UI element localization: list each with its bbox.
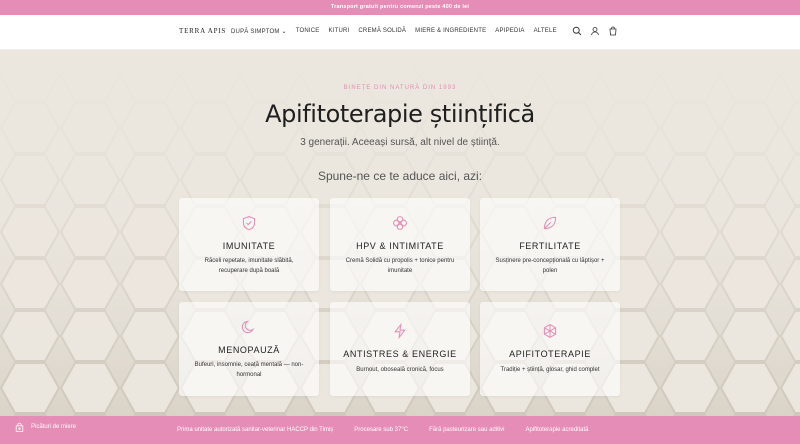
cart-icon[interactable] [608,26,618,36]
card-title: FERTILITATE [519,241,581,251]
nav-dupa-simptom[interactable]: DUPĂ SIMPTOM ⌄ [231,28,287,35]
gift-bag-icon [15,422,24,432]
nav-tonice[interactable]: TONICE [296,28,320,35]
card-description: Tradiție + știință, glosar, ghid complet [500,367,600,373]
card-title: IMUNITATE [222,241,276,251]
trust-item: Procesare sub 37°C [354,427,409,433]
card-title: MENOPAUZĂ [218,345,280,355]
moon-icon [241,320,255,334]
card-imunitate[interactable]: IMUNITATE Răceli repetate, imunitate slă… [179,198,319,291]
header-icons [572,26,618,36]
site-header: TERRA APIS DUPĂ SIMPTOM ⌄ TONICE KITURI … [0,15,800,50]
trust-item: Apifitoterapie acreditată [525,427,589,433]
hero-subtitle: 3 generații. Aceeași sursă, alt nivel de… [300,137,500,148]
card-hpv-intimitate[interactable]: HPV & INTIMITATE Cremă Solidă cu propoli… [330,198,470,291]
trust-items: Prima unitate autorizată sanitar-veterin… [177,427,588,433]
trust-bar: Prima unitate autorizată sanitar-veterin… [0,416,800,444]
chevron-down-icon: ⌄ [281,29,287,35]
leaf-icon [543,216,557,230]
nav-apipedia[interactable]: APIPEDIA [495,28,524,35]
search-icon[interactable] [572,26,582,36]
card-title: HPV & INTIMITATE [356,241,444,251]
shield-icon [242,216,256,231]
rewards-label: Picături de miere [31,424,77,430]
card-fertilitate[interactable]: FERTILITATE Susținere pre-concepțională … [480,198,620,291]
hero-eyebrow: BINEȚE DIN NATURĂ DIN 1993 [343,85,457,91]
card-apifitoterapie[interactable]: APIFITOTERAPIE Tradiție + știință, glosa… [480,302,620,396]
rewards-launcher[interactable]: Picături de miere [0,416,90,438]
trust-item: Fără pasteurizare sau aditivi [429,427,505,433]
page-title: Apifitoterapie științifică [265,100,535,128]
nav-crema-solida[interactable]: CREMĂ SOLIDĂ [358,28,406,35]
card-description: Bufeuri, insomnie, ceață mentală — non-h… [194,362,304,378]
flower-icon [393,216,407,230]
lightning-icon [394,323,406,339]
hero-question: Spune-ne ce te aduce aici, azi: [317,169,483,183]
trust-item: Prima unitate autorizată sanitar-veterin… [177,427,334,433]
card-antistres-energie[interactable]: ANTISTRES & ENERGIE Burnout, oboseală cr… [330,302,470,396]
card-title: ANTISTRES & ENERGIE [343,349,457,359]
card-description: Burnout, oboseală cronică, focus [356,367,444,373]
nav-altele[interactable]: ALTELE [534,28,557,35]
hexagon-icon [543,324,557,338]
card-title: APIFITOTERAPIE [509,349,591,359]
nav-kituri[interactable]: KITURI [329,28,350,35]
logo[interactable]: TERRA APIS [179,27,226,35]
card-description: Susținere pre-concepțională cu lăptișor … [495,258,605,274]
logo-text: TERRA APIS [179,27,227,35]
nav-miere-ingrediente[interactable]: MIERE & INGREDIENTE [415,28,486,35]
main-nav: DUPĂ SIMPTOM ⌄ TONICE KITURI CREMĂ SOLID… [231,28,557,35]
account-icon[interactable] [590,26,600,36]
hero-section: BINEȚE DIN NATURĂ DIN 1993 Apifitoterapi… [0,50,800,416]
announcement-bar: Transport gratuit pentru comenzi peste 4… [0,0,800,15]
card-description: Cremă Solidă cu propolis + tonice pentru… [345,258,455,274]
card-menopauza[interactable]: MENOPAUZĂ Bufeuri, insomnie, ceață menta… [179,302,319,396]
card-description: Răceli repetate, imunitate slăbită, recu… [204,258,294,274]
